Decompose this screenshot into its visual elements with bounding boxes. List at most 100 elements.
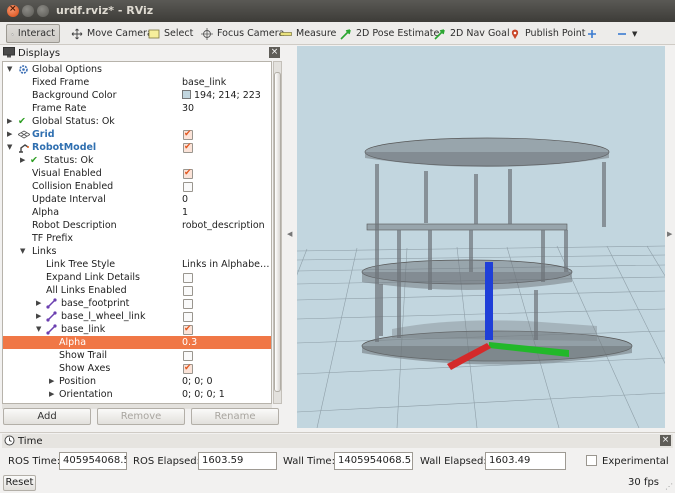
- tree-label: Links: [32, 246, 57, 257]
- tree-row-expand-link-details[interactable]: Expand Link Details: [3, 271, 271, 284]
- grid-enabled-checkbox[interactable]: [183, 128, 193, 141]
- tree-row-background-color[interactable]: Background Color 194; 214; 223: [3, 89, 271, 102]
- pose-estimate-tool-label: 2D Pose Estimate: [356, 28, 440, 39]
- base-link-checkbox[interactable]: [183, 323, 193, 336]
- tree-row-base-footprint[interactable]: ▶ base_footprint: [3, 297, 271, 310]
- tree-row-robot-model[interactable]: ▼ RobotModel: [3, 141, 271, 154]
- resize-grip-icon[interactable]: ⋰: [665, 482, 673, 491]
- tree-row-link-tree-style[interactable]: Link Tree Style Links in Alphabe…: [3, 258, 271, 271]
- collapsed-arrow-icon[interactable]: ▶: [49, 375, 57, 388]
- ros-elapsed-label: ROS Elapsed:: [133, 456, 200, 467]
- tree-row-global-status[interactable]: ▶ ✔ Global Status: Ok: [3, 115, 271, 128]
- tree-value[interactable]: 0.3: [182, 336, 271, 349]
- tree-row-links[interactable]: ▼ Links: [3, 245, 271, 258]
- tree-value[interactable]: base_link: [182, 76, 271, 89]
- expand-link-details-checkbox[interactable]: [183, 273, 193, 283]
- tree-row-visual-enabled[interactable]: Visual Enabled: [3, 167, 271, 180]
- tree-row-all-links-enabled[interactable]: All Links Enabled: [3, 284, 271, 297]
- select-tool-button[interactable]: Select: [144, 24, 197, 43]
- title-bar: × urdf.rviz* - RViz: [0, 0, 675, 22]
- show-axes-checkbox[interactable]: [183, 362, 193, 375]
- tree-value[interactable]: robot_description: [182, 219, 271, 232]
- all-links-enabled-checkbox[interactable]: [183, 286, 193, 296]
- time-close-button[interactable]: ×: [660, 435, 671, 446]
- experimental-checkbox[interactable]: [586, 455, 597, 466]
- add-tool-button[interactable]: [582, 24, 602, 43]
- nav-goal-tool-button[interactable]: 2D Nav Goal: [430, 24, 514, 43]
- displays-close-button[interactable]: ×: [269, 47, 280, 58]
- base-footprint-checkbox[interactable]: [183, 299, 193, 309]
- tree-row-base-l-wheel-link[interactable]: ▶ base_l_wheel_link: [3, 310, 271, 323]
- window-title: urdf.rviz* - RViz: [56, 4, 154, 17]
- tree-row-position[interactable]: ▶ Position 0; 0; 0: [3, 375, 271, 388]
- remove-tool-dropdown[interactable]: ▼: [612, 24, 641, 43]
- tree-row-frame-rate[interactable]: Frame Rate 30: [3, 102, 271, 115]
- move-arrows-icon: [71, 28, 83, 39]
- experimental-label: Experimental: [602, 456, 669, 467]
- ros-elapsed-field[interactable]: 1603.59: [198, 452, 277, 470]
- reset-button[interactable]: Reset: [3, 475, 36, 491]
- expanded-arrow-icon[interactable]: ▼: [7, 141, 15, 154]
- base-l-wheel-link-checkbox[interactable]: [183, 312, 193, 322]
- window-maximize-button[interactable]: [37, 5, 49, 17]
- tree-row-show-axes[interactable]: Show Axes: [3, 362, 271, 375]
- tree-vertical-scrollbar[interactable]: [273, 61, 282, 404]
- tree-row-tf-prefix[interactable]: TF Prefix: [3, 232, 271, 245]
- scrollbar-thumb[interactable]: [274, 72, 281, 392]
- tree-row-robot-description[interactable]: Robot Description robot_description: [3, 219, 271, 232]
- collapsed-arrow-icon[interactable]: ▶: [7, 128, 15, 141]
- visual-enabled-checkbox[interactable]: [183, 167, 193, 180]
- remove-display-button[interactable]: Remove: [97, 408, 185, 425]
- rename-display-button[interactable]: Rename: [191, 408, 279, 425]
- 3d-render-view[interactable]: [297, 46, 665, 428]
- chevron-down-icon: ▼: [632, 29, 638, 38]
- pose-estimate-tool-button[interactable]: 2D Pose Estimate: [336, 24, 443, 43]
- wall-time-field[interactable]: 1405954068.57: [334, 452, 413, 470]
- tree-value[interactable]: Links in Alphabe…: [182, 258, 271, 271]
- collapsed-arrow-icon[interactable]: ▶: [7, 115, 15, 128]
- right-collapse-arrow-icon[interactable]: ▶: [667, 230, 672, 238]
- measure-tool-button[interactable]: Measure: [276, 24, 340, 43]
- tree-row-show-trail[interactable]: Show Trail: [3, 349, 271, 362]
- collapsed-arrow-icon[interactable]: ▶: [36, 310, 44, 323]
- left-collapse-arrow-icon[interactable]: ◀: [287, 230, 292, 238]
- interact-tool-button[interactable]: Interact: [6, 24, 60, 43]
- tree-value[interactable]: 30: [182, 102, 271, 115]
- ros-time-field[interactable]: 405954068.54: [59, 452, 127, 470]
- collapsed-arrow-icon[interactable]: ▶: [49, 388, 57, 401]
- tree-row-base-link[interactable]: ▼ base_link: [3, 323, 271, 336]
- tree-row-global-options[interactable]: ▼ Global Options: [3, 63, 271, 76]
- tree-row-alpha[interactable]: Alpha 1: [3, 206, 271, 219]
- window-minimize-button[interactable]: [22, 5, 34, 17]
- collapsed-arrow-icon[interactable]: ▶: [20, 154, 28, 167]
- expanded-arrow-icon[interactable]: ▼: [20, 245, 28, 258]
- tree-row-status[interactable]: ▶ ✔ Status: Ok: [3, 154, 271, 167]
- robot-model-enabled-checkbox[interactable]: [183, 141, 193, 154]
- collision-enabled-checkbox[interactable]: [183, 182, 193, 192]
- collapsed-arrow-icon[interactable]: ▶: [36, 297, 44, 310]
- tree-row-link-alpha-selected[interactable]: Alpha 0.3: [3, 336, 271, 349]
- displays-tree[interactable]: ▼ Global Options Fixed Frame base_link B…: [2, 61, 272, 404]
- focus-camera-tool-button[interactable]: Focus Camera: [197, 24, 288, 43]
- show-trail-checkbox[interactable]: [183, 351, 193, 361]
- tree-value[interactable]: 1: [182, 206, 271, 219]
- add-display-button[interactable]: Add: [3, 408, 91, 425]
- plus-icon: [588, 29, 596, 38]
- select-box-icon: [148, 29, 160, 38]
- window-close-button[interactable]: ×: [7, 4, 19, 17]
- tree-label: Grid: [32, 129, 55, 140]
- tree-value[interactable]: 0: [182, 193, 271, 206]
- tree-row-orientation[interactable]: ▶ Orientation 0; 0; 0; 1: [3, 388, 271, 401]
- tree-row-collision-enabled[interactable]: Collision Enabled: [3, 180, 271, 193]
- tree-value[interactable]: 0; 0; 0: [182, 375, 271, 388]
- expanded-arrow-icon[interactable]: ▼: [36, 323, 44, 336]
- publish-point-tool-button[interactable]: Publish Point: [505, 24, 589, 43]
- wall-elapsed-field[interactable]: 1603.49: [485, 452, 566, 470]
- tree-row-update-interval[interactable]: Update Interval 0: [3, 193, 271, 206]
- time-panel: Time × ROS Time: 405954068.54 ROS Elapse…: [0, 432, 675, 493]
- tree-row-fixed-frame[interactable]: Fixed Frame base_link: [3, 76, 271, 89]
- tree-row-grid[interactable]: ▶ Grid: [3, 128, 271, 141]
- expanded-arrow-icon[interactable]: ▼: [7, 63, 15, 76]
- tree-value[interactable]: 194; 214; 223: [182, 89, 271, 102]
- tree-value[interactable]: 0; 0; 0; 1: [182, 388, 271, 401]
